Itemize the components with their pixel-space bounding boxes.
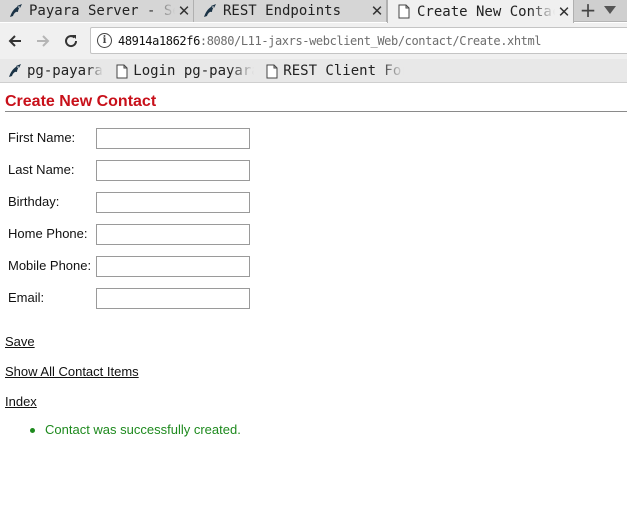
bookmark-label: pg-payara <box>27 63 103 79</box>
url-text: 48914a1862f6:8080/L11-jaxrs-webclient_We… <box>118 33 542 48</box>
last-name-label: Last Name: <box>8 162 75 177</box>
bookmarks-bar: pg-payara Login pg-payara REST Client Fo… <box>0 59 627 83</box>
page-icon <box>264 63 279 79</box>
tab-title: REST Endpoints <box>223 3 342 19</box>
bookmark-rest-client[interactable]: REST Client For <box>264 61 404 81</box>
forward-arrow-icon <box>37 35 50 47</box>
title-divider <box>5 111 627 112</box>
show-all-contact-items-link[interactable]: Show All Contact Items <box>5 364 139 379</box>
tab-title: Create New Contact <box>417 3 555 20</box>
index-link[interactable]: Index <box>5 394 37 409</box>
first-name-label: First Name: <box>8 130 76 145</box>
email-label: Email: <box>8 290 45 305</box>
back-button[interactable] <box>5 31 25 51</box>
payara-fish-icon <box>7 63 23 79</box>
payara-fish-icon <box>202 3 218 19</box>
home-phone-label: Home Phone: <box>8 226 88 241</box>
home-phone-input[interactable] <box>96 224 250 245</box>
bookmark-login-pg-payara[interactable]: Login pg-payara <box>114 61 254 81</box>
birthday-label: Birthday: <box>8 194 60 209</box>
tab-payara-server[interactable]: Payara Server - Server ✕ <box>0 0 194 22</box>
forward-button[interactable] <box>33 31 53 51</box>
tab-title: Payara Server - Server <box>29 3 175 19</box>
tab-strip: Payara Server - Server ✕ REST Endpoints … <box>0 0 627 23</box>
birthday-input[interactable] <box>96 192 250 213</box>
back-arrow-icon <box>8 35 21 47</box>
site-info-icon[interactable]: i <box>97 33 112 48</box>
page-icon <box>396 4 412 20</box>
close-icon[interactable]: ✕ <box>555 3 573 21</box>
close-icon[interactable]: ✕ <box>368 2 386 20</box>
payara-fish-icon <box>8 3 24 19</box>
close-icon[interactable]: ✕ <box>175 2 193 20</box>
first-name-input[interactable] <box>96 128 250 149</box>
navigation-bar: i 48914a1862f6:8080/L11-jaxrs-webclient_… <box>0 23 627 59</box>
email-input[interactable] <box>96 288 250 309</box>
tab-list-dropdown-icon[interactable] <box>604 6 616 14</box>
tab-create-new-contact[interactable]: Create New Contact ✕ <box>387 0 574 23</box>
mobile-phone-label: Mobile Phone: <box>8 258 92 273</box>
messages-list: Contact was successfully created. <box>28 422 241 437</box>
last-name-input[interactable] <box>96 160 250 181</box>
tab-rest-endpoints[interactable]: REST Endpoints ✕ <box>194 0 387 22</box>
bookmark-pg-payara[interactable]: pg-payara <box>7 61 107 81</box>
new-tab-button[interactable]: + <box>578 0 598 21</box>
bookmark-label: Login pg-payara <box>133 63 254 79</box>
reload-button[interactable] <box>61 31 81 51</box>
success-message: Contact was successfully created. <box>28 422 241 437</box>
url-bar[interactable]: i 48914a1862f6:8080/L11-jaxrs-webclient_… <box>90 27 627 54</box>
save-link[interactable]: Save <box>5 334 35 349</box>
reload-icon <box>65 35 78 48</box>
page-content: Create New Contact First Name: Last Name… <box>0 84 627 525</box>
page-title: Create New Contact <box>5 93 157 110</box>
page-icon <box>114 63 129 79</box>
bookmark-label: REST Client For <box>283 63 404 79</box>
mobile-phone-input[interactable] <box>96 256 250 277</box>
